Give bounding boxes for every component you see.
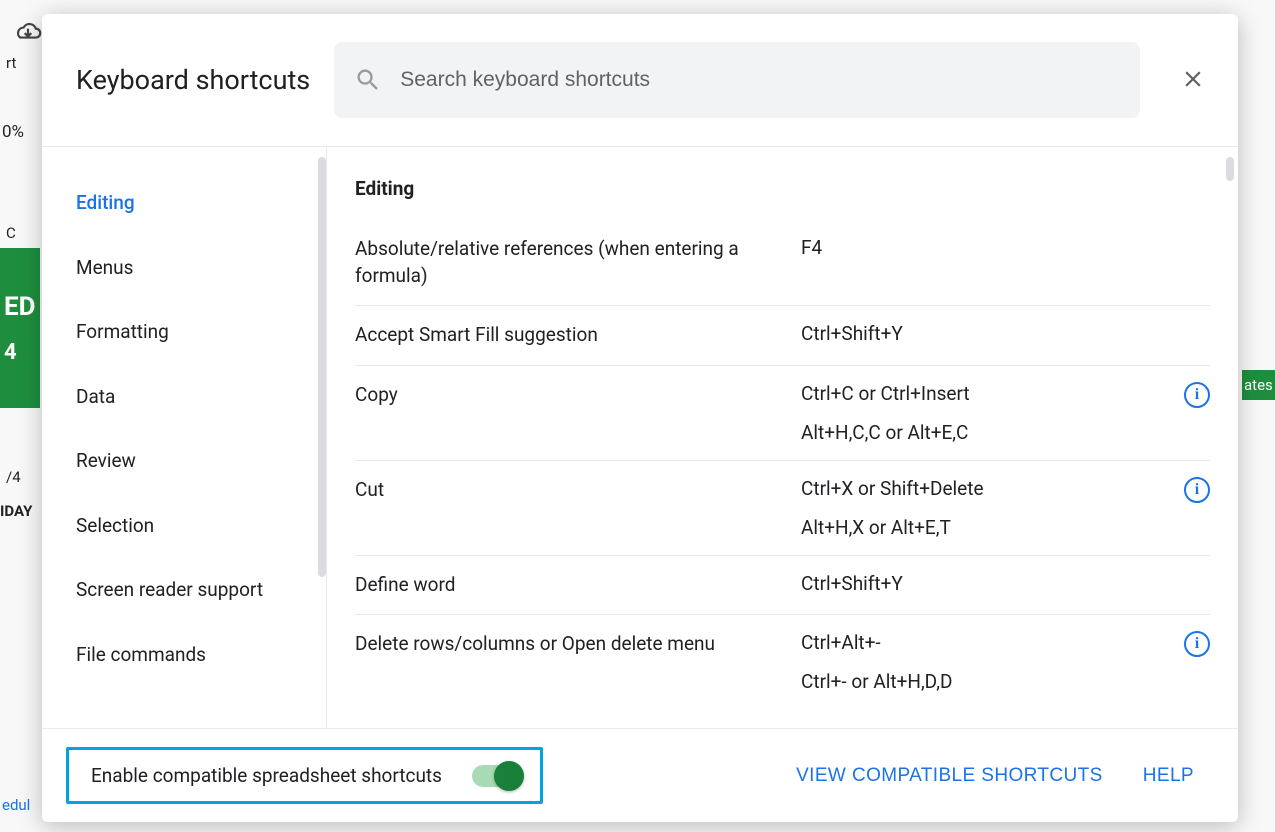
sidebar-item-review[interactable]: Review <box>42 429 326 494</box>
dialog-body: Editing Menus Formatting Data Review Sel… <box>42 147 1238 728</box>
shortcut-label: Absolute/relative references (when enter… <box>355 236 785 289</box>
view-compatible-shortcuts-button[interactable]: VIEW COMPATIBLE SHORTCUTS <box>796 765 1103 787</box>
shortcut-keys: Ctrl+Alt+- Ctrl+- or Alt+H,D,D <box>801 631 1160 693</box>
compat-shortcuts-box: Enable compatible spreadsheet shortcuts <box>66 747 543 804</box>
shortcut-row: Accept Smart Fill suggestion Ctrl+Shift+… <box>355 306 1210 366</box>
shortcut-key: Alt+H,C,C or Alt+E,C <box>801 421 1160 444</box>
sidebar-item-formatting[interactable]: Formatting <box>42 300 326 365</box>
bg-text: C <box>6 224 16 242</box>
bg-text: rt <box>6 54 16 72</box>
sidebar-item-screen-reader[interactable]: Screen reader support <box>42 558 326 623</box>
close-button[interactable] <box>1172 58 1214 103</box>
compat-label: Enable compatible spreadsheet shortcuts <box>91 764 442 787</box>
shortcut-label: Accept Smart Fill suggestion <box>355 322 785 349</box>
shortcut-key: Ctrl+Alt+- <box>801 631 1160 654</box>
shortcut-keys: Ctrl+C or Ctrl+Insert Alt+H,C,C or Alt+E… <box>801 382 1160 444</box>
shortcut-row: Copy Ctrl+C or Ctrl+Insert Alt+H,C,C or … <box>355 366 1210 461</box>
info-button[interactable]: i <box>1184 382 1210 408</box>
sidebar-item-menus[interactable]: Menus <box>42 236 326 301</box>
shortcut-keys: F4 <box>801 236 1210 259</box>
close-icon <box>1180 66 1206 92</box>
info-icon: i <box>1184 477 1210 503</box>
bg-text: 0% <box>2 122 24 142</box>
shortcut-key: F4 <box>801 236 1210 259</box>
shortcut-key: Ctrl+X or Shift+Delete <box>801 477 1160 500</box>
sidebar-item-data[interactable]: Data <box>42 365 326 430</box>
shortcut-label: Cut <box>355 477 785 504</box>
shortcut-label: Define word <box>355 572 785 599</box>
bg-green-line: 4 <box>4 340 40 365</box>
sidebar-item-editing[interactable]: Editing <box>42 171 326 236</box>
shortcut-row: Define word Ctrl+Shift+Y <box>355 556 1210 616</box>
help-button[interactable]: HELP <box>1143 765 1194 787</box>
shortcut-row: Cut Ctrl+X or Shift+Delete Alt+H,X or Al… <box>355 461 1210 556</box>
bg-text: /4 <box>6 468 21 486</box>
sidebar: Editing Menus Formatting Data Review Sel… <box>42 147 327 728</box>
bg-green-header: ED 4 <box>0 248 40 408</box>
shortcut-key: Alt+H,X or Alt+E,T <box>801 516 1160 539</box>
compat-toggle[interactable] <box>472 765 520 787</box>
cloud-save-icon <box>14 22 42 42</box>
keyboard-shortcuts-dialog: Keyboard shortcuts Editing Menus Formatt… <box>42 14 1238 822</box>
shortcut-key: Ctrl+Shift+Y <box>801 572 1210 595</box>
content-scrollbar[interactable] <box>1226 157 1234 181</box>
section-title: Editing <box>355 177 1210 200</box>
shortcut-label: Copy <box>355 382 785 409</box>
shortcut-key: Ctrl+- or Alt+H,D,D <box>801 670 1160 693</box>
content-panel: Editing Absolute/relative references (wh… <box>327 147 1238 728</box>
shortcut-row: Absolute/relative references (when enter… <box>355 220 1210 306</box>
info-button[interactable]: i <box>1184 631 1210 657</box>
bg-text: ates <box>1242 370 1275 400</box>
shortcut-keys: Ctrl+X or Shift+Delete Alt+H,X or Alt+E,… <box>801 477 1160 539</box>
search-input[interactable] <box>400 68 1120 92</box>
bg-text: edul <box>2 796 30 814</box>
info-icon: i <box>1184 382 1210 408</box>
search-box[interactable] <box>334 42 1140 118</box>
shortcut-keys: Ctrl+Shift+Y <box>801 322 1210 345</box>
sidebar-item-file-commands[interactable]: File commands <box>42 623 326 688</box>
bg-text: IDAY <box>0 502 32 520</box>
info-icon: i <box>1184 631 1210 657</box>
search-icon <box>354 66 382 94</box>
shortcut-label: Delete rows/columns or Open delete menu <box>355 631 785 658</box>
dialog-header: Keyboard shortcuts <box>42 14 1238 147</box>
shortcut-keys: Ctrl+Shift+Y <box>801 572 1210 595</box>
toggle-knob <box>494 761 524 791</box>
info-button[interactable]: i <box>1184 477 1210 503</box>
sidebar-scrollbar[interactable] <box>318 157 326 577</box>
shortcut-row: Delete rows/columns or Open delete menu … <box>355 615 1210 709</box>
dialog-footer: Enable compatible spreadsheet shortcuts … <box>42 728 1238 822</box>
shortcut-key: Ctrl+Shift+Y <box>801 322 1210 345</box>
sidebar-item-selection[interactable]: Selection <box>42 494 326 559</box>
shortcut-key: Ctrl+C or Ctrl+Insert <box>801 382 1160 405</box>
dialog-title: Keyboard shortcuts <box>76 64 310 96</box>
bg-green-line: ED <box>4 292 40 322</box>
